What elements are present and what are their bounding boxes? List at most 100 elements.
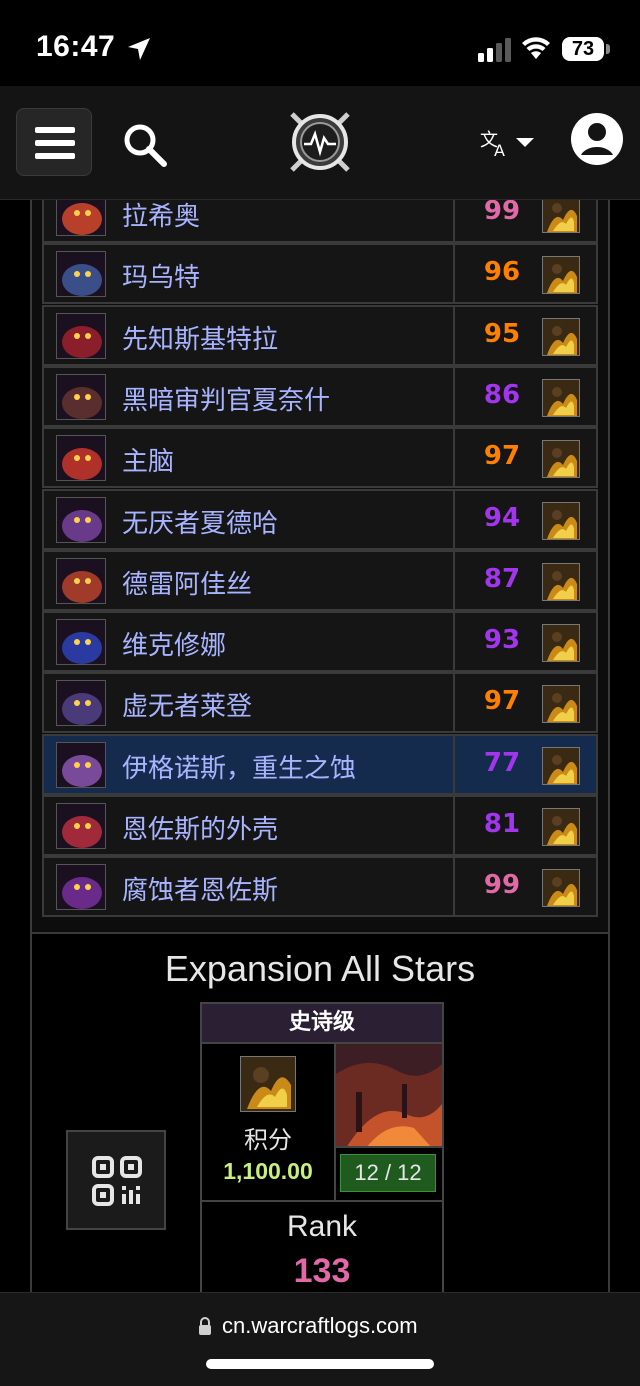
boss-carapace-icon <box>56 803 106 849</box>
encounter-row[interactable]: 玛乌特 96 <box>42 243 598 305</box>
status-bar: 16:47 73 <box>0 0 640 86</box>
encounter-row[interactable]: 拉希奥 99 <box>42 200 598 243</box>
spec-icon <box>542 562 580 601</box>
column-divider <box>453 200 455 241</box>
boss-name[interactable]: 黑暗审判官夏奈什 <box>122 380 330 417</box>
spec-icon <box>542 200 580 233</box>
column-divider <box>453 735 455 793</box>
home-indicator[interactable] <box>206 1359 434 1369</box>
boss-name[interactable]: 先知斯基特拉 <box>122 319 278 356</box>
boss-xanesh-icon <box>56 373 106 420</box>
parse-score: 99 <box>483 870 521 901</box>
spec-icon <box>240 1056 296 1112</box>
browser-url-bar[interactable]: cn.warcraftlogs.com <box>0 1292 640 1386</box>
boss-name[interactable]: 玛乌特 <box>122 257 200 294</box>
boss-vexiona-icon <box>56 619 106 666</box>
qr-code-icon <box>92 1156 142 1206</box>
boss-name[interactable]: 虚无者莱登 <box>122 686 252 723</box>
qr-code-button[interactable] <box>66 1130 166 1230</box>
parse-score: 87 <box>483 563 521 594</box>
spec-icon <box>542 440 580 479</box>
boss-shadhar-icon <box>56 496 106 543</box>
points-value: 1,100.00 <box>223 1158 313 1184</box>
boss-drestagath-icon <box>56 557 106 604</box>
location-arrow-icon <box>128 38 150 60</box>
boss-hivemind-icon <box>56 435 106 482</box>
status-time: 16:47 <box>36 30 116 63</box>
parse-score: 96 <box>483 257 521 288</box>
boss-name[interactable]: 主脑 <box>122 441 174 478</box>
boss-name[interactable]: 德雷阿佳丝 <box>122 564 252 601</box>
all-stars-card: 史诗级 积分 1,100.00 12 / 12 Rank 133 <box>200 1002 444 1302</box>
battery-cap <box>606 44 610 54</box>
parse-score: 81 <box>483 809 521 839</box>
parse-score: 97 <box>483 441 521 472</box>
spec-icon <box>542 685 580 724</box>
boss-name[interactable]: 拉希奥 <box>122 200 200 233</box>
lock-icon <box>199 1317 211 1335</box>
account-icon[interactable] <box>570 112 624 166</box>
rank-cell: Rank 133 <box>202 1200 442 1304</box>
url-text[interactable]: cn.warcraftlogs.com <box>222 1313 418 1339</box>
boss-nzoth-icon <box>56 864 106 911</box>
points-label: 积分 <box>244 1126 292 1154</box>
spec-icon <box>542 317 580 356</box>
boss-raden-icon <box>56 680 106 727</box>
spec-icon <box>542 378 580 417</box>
column-divider <box>453 613 455 671</box>
zone-cell: 12 / 12 <box>336 1044 442 1200</box>
parse-score: 93 <box>483 625 521 656</box>
encounter-row[interactable]: 腐蚀者恩佐斯 99 <box>42 856 598 918</box>
boss-name[interactable]: 腐蚀者恩佐斯 <box>122 870 278 907</box>
boss-name[interactable]: 恩佐斯的外壳 <box>122 809 278 846</box>
column-divider <box>453 551 455 609</box>
boss-skitra-icon <box>56 312 106 359</box>
boss-name[interactable]: 维克修娜 <box>122 625 226 662</box>
parse-score: 77 <box>483 747 521 778</box>
boss-ilgynoth-icon <box>56 741 106 788</box>
battery-indicator: 73 <box>562 37 604 61</box>
encounter-row[interactable]: 主脑 97 <box>42 427 598 489</box>
spec-icon <box>542 624 580 663</box>
column-divider <box>453 306 455 364</box>
rank-value: 133 <box>293 1252 351 1290</box>
boss-rasheo-icon <box>56 200 106 236</box>
spec-icon <box>542 746 580 785</box>
svg-text:A: A <box>494 141 505 160</box>
menu-icon <box>35 127 75 133</box>
zone-image <box>336 1044 442 1148</box>
encounter-row[interactable]: 恩佐斯的外壳 81 <box>42 795 598 856</box>
cellular-signal-icon <box>478 38 511 62</box>
column-divider <box>453 367 455 425</box>
encounter-row[interactable]: 德雷阿佳丝 87 <box>42 549 598 611</box>
column-divider <box>453 429 455 487</box>
language-icon[interactable]: 文 A <box>478 124 538 160</box>
encounter-row[interactable]: 伊格诺斯，重生之蚀 77 <box>42 733 598 795</box>
encounter-row[interactable]: 先知斯基特拉 95 <box>42 304 598 366</box>
difficulty-label: 史诗级 <box>202 1004 442 1044</box>
boss-mawrat-icon <box>56 251 106 298</box>
section-title: Expansion All Stars <box>164 948 476 989</box>
encounter-row[interactable]: 维克修娜 93 <box>42 611 598 673</box>
site-navbar: 文 A <box>0 86 640 200</box>
warcraftlogs-logo[interactable] <box>284 106 356 178</box>
encounter-rankings-table: 拉希奥 99 玛乌特 96 先知斯基特拉 95 黑暗审判官夏奈什 86 主脑 97 无厌者夏德哈 94… <box>30 200 610 932</box>
spec-icon <box>542 256 580 295</box>
progress-badge: 12 / 12 <box>340 1154 436 1192</box>
points-cell: 积分 1,100.00 <box>202 1044 336 1200</box>
column-divider <box>453 674 455 732</box>
expansion-all-stars-panel: Expansion All Stars 史诗级 积分 1,100.00 12 /… <box>30 932 610 1302</box>
parse-score: 94 <box>483 502 521 533</box>
column-divider <box>453 858 455 916</box>
spec-icon <box>542 869 580 908</box>
boss-name[interactable]: 无厌者夏德哈 <box>122 503 278 540</box>
spec-icon <box>542 501 580 540</box>
menu-button[interactable] <box>16 108 92 176</box>
boss-name[interactable]: 伊格诺斯，重生之蚀 <box>122 748 356 785</box>
parse-score: 99 <box>483 200 521 226</box>
encounter-row[interactable]: 黑暗审判官夏奈什 86 <box>42 365 598 427</box>
parse-score: 95 <box>483 318 521 349</box>
search-icon[interactable] <box>122 122 168 168</box>
encounter-row[interactable]: 虚无者莱登 97 <box>42 672 598 734</box>
encounter-row[interactable]: 无厌者夏德哈 94 <box>42 488 598 550</box>
